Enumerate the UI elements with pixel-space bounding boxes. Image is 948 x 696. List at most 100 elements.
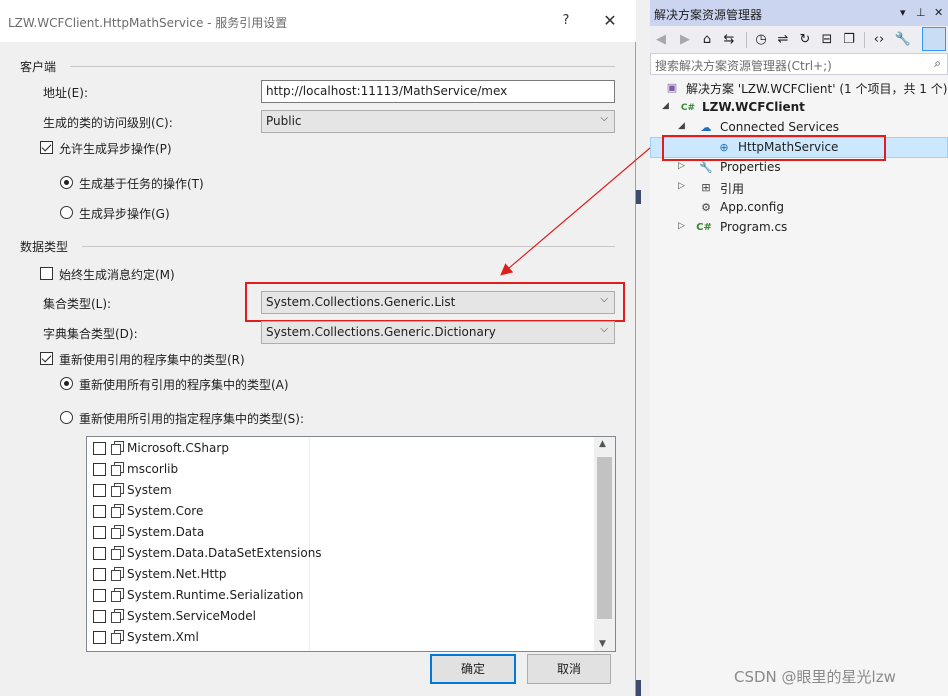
reuse-all-radio[interactable] [60, 377, 73, 390]
toolbar-separator [746, 32, 747, 48]
reuse-types-checkbox[interactable] [40, 352, 53, 365]
assembly-list-divider [309, 437, 310, 651]
access-level-label: 生成的类的访问级别(C): [43, 116, 173, 130]
client-section-title: 客户端 [20, 60, 57, 74]
search-placeholder: 搜索解决方案资源管理器(Ctrl+;) [655, 59, 832, 73]
scrollbar-thumb[interactable] [597, 457, 612, 619]
properties-wrench-icon[interactable]: 🔧 [894, 31, 912, 49]
assembly-checkbox[interactable] [93, 568, 106, 581]
assembly-list-scrollbar[interactable]: ▲ ▼ [594, 437, 615, 651]
dialog-title: LZW.WCFClient.HttpMathService - 服务引用设置 [8, 16, 288, 30]
solution-tree: ▣ 解决方案 'LZW.WCFClient' (1 个项目，共 1 个) ◢ C… [650, 75, 948, 696]
collapsed-arrow-icon[interactable]: ▷ [678, 181, 685, 191]
refresh-icon[interactable]: ↻ [796, 31, 814, 49]
assembly-checkbox[interactable] [93, 631, 106, 644]
explorer-toolbar: ◀ ▶ ⌂ ⇆ ◷ ⇌ ↻ ⊟ ❐ ‹› 🔧 [650, 26, 948, 53]
allow-async-checkbox[interactable] [40, 141, 53, 154]
dialog-titlebar: LZW.WCFClient.HttpMathService - 服务引用设置 ?… [0, 0, 636, 42]
always-generate-label: 始终生成消息约定(M) [59, 268, 175, 282]
assembly-icon [111, 525, 124, 539]
watermark: CSDN @眼里的星光lzw [734, 668, 896, 686]
close-icon[interactable]: ✕ [934, 6, 943, 19]
assembly-icon [111, 462, 124, 476]
pending-changes-icon[interactable]: ◷ [752, 31, 770, 49]
service-reference-settings-dialog: LZW.WCFClient.HttpMathService - 服务引用设置 ?… [0, 0, 636, 696]
expanded-arrow-icon[interactable]: ◢ [662, 101, 669, 111]
access-level-value: Public [266, 114, 302, 128]
assembly-checkbox[interactable] [93, 610, 106, 623]
references-icon: ⊞ [701, 181, 711, 194]
csharp-file-icon: C# [696, 222, 712, 233]
sync-icon[interactable]: ⇌ [774, 31, 792, 49]
chevron-down-icon: ⌵ [600, 324, 608, 335]
view-code-icon[interactable]: ‹› [870, 31, 888, 49]
explorer-header: 解决方案资源管理器 ▾ ⊥ ✕ [650, 0, 948, 26]
back-icon[interactable]: ◀ [652, 31, 670, 49]
background-editor-mark [636, 190, 641, 204]
async-label: 生成异步操作(G) [79, 207, 170, 221]
assembly-icon [111, 609, 124, 623]
assembly-label: System.Net.Http [127, 567, 227, 581]
reuse-specified-radio[interactable] [60, 411, 73, 424]
assembly-label: System.Xml [127, 630, 199, 644]
address-input[interactable]: http://localhost:11113/MathService/mex [261, 80, 615, 103]
config-file-icon: ⚙ [701, 201, 711, 214]
toolbar-separator [864, 32, 865, 48]
expanded-arrow-icon[interactable]: ◢ [678, 121, 685, 131]
csharp-project-icon: C# [680, 103, 696, 113]
assembly-label: System.Data [127, 525, 205, 539]
scroll-down-icon[interactable]: ▼ [599, 639, 606, 649]
allow-async-label: 允许生成异步操作(P) [59, 142, 172, 156]
close-button[interactable]: ✕ [600, 11, 620, 31]
assembly-list[interactable]: Microsoft.CSharp mscorlib System System.Cor… [86, 436, 616, 652]
assembly-checkbox[interactable] [93, 547, 106, 560]
collapse-all-icon[interactable]: ⊟ [818, 31, 836, 49]
assembly-checkbox[interactable] [93, 589, 106, 602]
assembly-label: System.Core [127, 504, 204, 518]
assembly-checkbox[interactable] [93, 526, 106, 539]
assembly-icon [111, 588, 124, 602]
reuse-specified-label: 重新使用所引用的指定程序集中的类型(S): [79, 412, 305, 426]
assembly-checkbox[interactable] [93, 463, 106, 476]
search-icon[interactable]: ⌕ [934, 56, 941, 71]
data-types-section-divider [82, 246, 615, 247]
reuse-all-label: 重新使用所有引用的程序集中的类型(A) [79, 378, 289, 392]
show-all-files-icon[interactable]: ❐ [840, 31, 858, 49]
dictionary-type-label: 字典集合类型(D): [43, 327, 138, 341]
assembly-label: System.Runtime.Serialization [127, 588, 304, 602]
assembly-label: System [127, 483, 172, 497]
forward-icon[interactable]: ▶ [676, 31, 694, 49]
reuse-types-label: 重新使用引用的程序集中的类型(R) [59, 353, 245, 367]
access-level-select[interactable]: Public ⌵ [261, 110, 615, 133]
async-radio[interactable] [60, 206, 73, 219]
assembly-checkbox[interactable] [93, 442, 106, 455]
home-icon[interactable]: ⌂ [698, 31, 716, 49]
preview-toggle-icon[interactable] [922, 27, 946, 51]
collapsed-arrow-icon[interactable]: ▷ [678, 161, 685, 171]
assembly-icon [111, 630, 124, 644]
always-generate-checkbox[interactable] [40, 267, 53, 280]
ok-button[interactable]: 确定 [430, 654, 516, 684]
background-editor-mark [636, 680, 641, 696]
pin-icon[interactable]: ⊥ [916, 6, 926, 19]
explorer-search-input[interactable]: 搜索解决方案资源管理器(Ctrl+;) ⌕ [650, 53, 948, 75]
chevron-down-icon: ⌵ [600, 113, 608, 124]
assembly-label: System.ServiceModel [127, 609, 256, 623]
assembly-checkbox[interactable] [93, 505, 106, 518]
scroll-up-icon[interactable]: ▲ [599, 439, 606, 449]
collection-highlight-box [245, 282, 625, 322]
switch-views-icon[interactable]: ⇆ [720, 31, 738, 49]
assembly-checkbox[interactable] [93, 484, 106, 497]
collapsed-arrow-icon[interactable]: ▷ [678, 221, 685, 231]
assembly-icon [111, 546, 124, 560]
cancel-button[interactable]: 取消 [527, 654, 611, 684]
dropdown-icon[interactable]: ▾ [900, 6, 906, 19]
assembly-label: System.Data.DataSetExtensions [127, 546, 322, 560]
assembly-icon [111, 441, 124, 455]
explorer-title: 解决方案资源管理器 [654, 8, 763, 22]
data-types-section-title: 数据类型 [20, 240, 69, 254]
help-button[interactable]: ? [556, 11, 576, 31]
task-based-radio[interactable] [60, 176, 73, 189]
solution-icon: ▣ [666, 81, 678, 94]
dictionary-type-select[interactable]: System.Collections.Generic.Dictionary ⌵ [261, 321, 615, 344]
